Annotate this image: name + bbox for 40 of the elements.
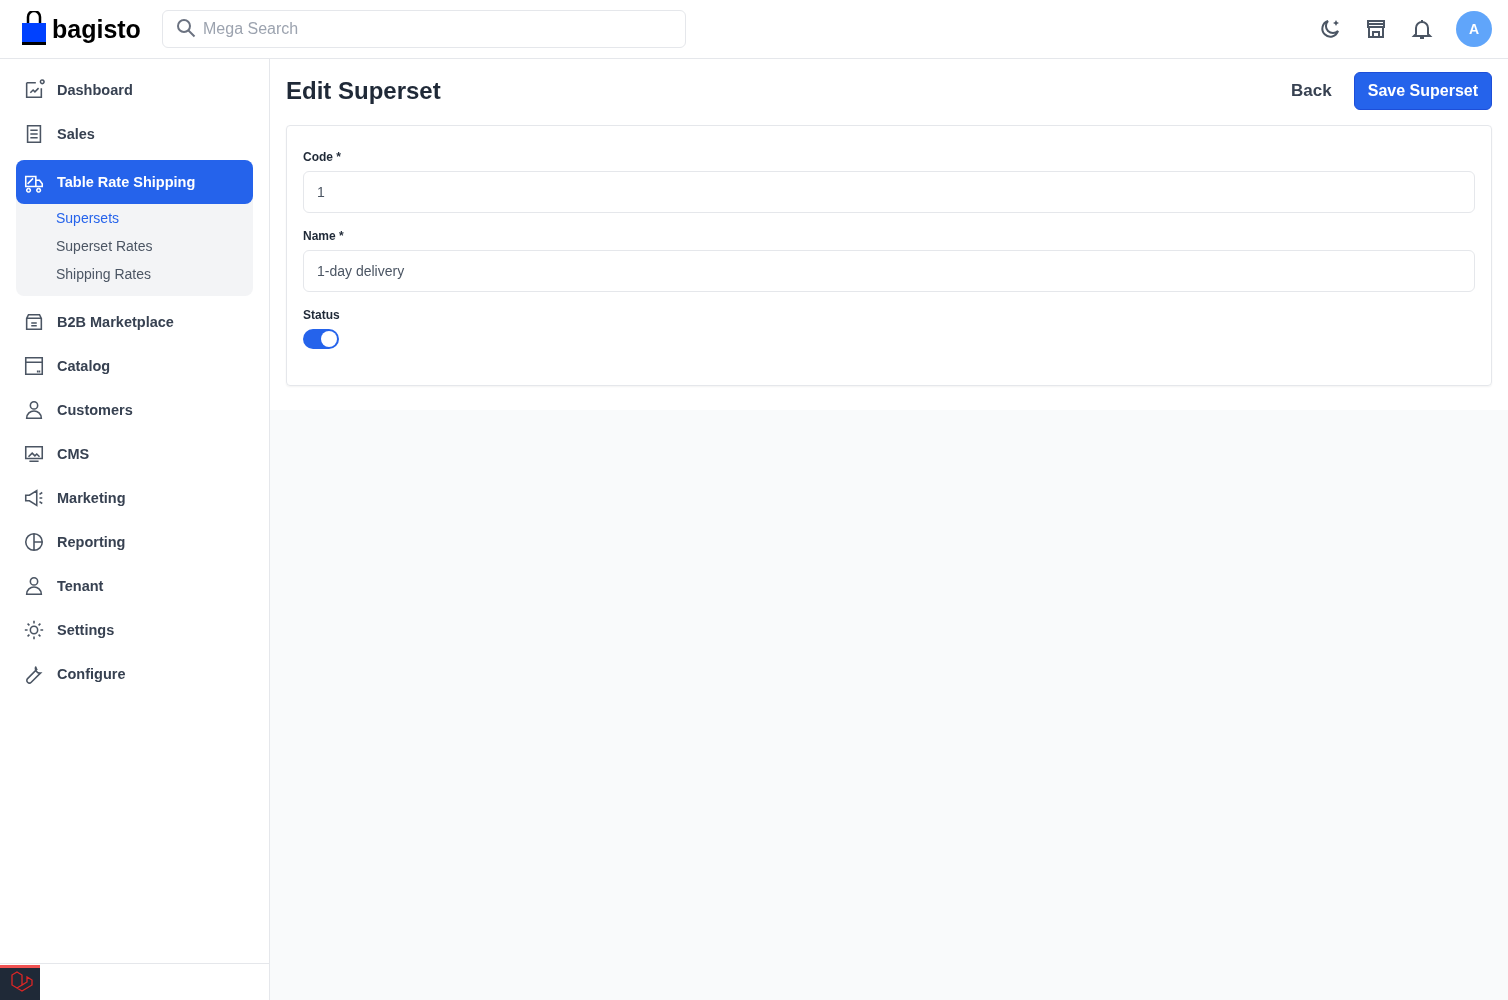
wrench-icon [23, 663, 45, 685]
field-label: Status [303, 308, 340, 322]
submenu-item[interactable]: Supersets [56, 204, 253, 232]
save-button[interactable]: Save Superset [1353, 72, 1492, 110]
sidebar-item[interactable]: Catalog [16, 344, 253, 388]
search-field[interactable]: Mega Search [162, 10, 686, 48]
sidebar-item[interactable]: Dashboard [16, 68, 253, 112]
sidebar-item[interactable]: CMS [16, 432, 253, 476]
sidebar-item[interactable]: Customers [16, 388, 253, 432]
sidebar-item[interactable]: Settings [16, 608, 253, 652]
sidebar-item[interactable]: Marketing [16, 476, 253, 520]
submenu-item[interactable]: Superset Rates [56, 232, 253, 260]
back-link[interactable]: Back [1291, 81, 1332, 101]
page-title: Edit Superset [286, 77, 441, 105]
status-toggle[interactable] [303, 329, 339, 349]
sidebar-item[interactable]: Tenant [16, 564, 253, 608]
field-label: Name * [303, 229, 344, 243]
moon-icon[interactable] [1318, 17, 1342, 41]
bell-icon[interactable] [1410, 17, 1434, 41]
text-field[interactable]: 1 [303, 171, 1475, 213]
store-icon [23, 311, 45, 333]
bag-logo-icon [21, 11, 47, 47]
sidebar-item[interactable]: Reporting [16, 520, 253, 564]
person-icon [23, 575, 45, 597]
submenu-item[interactable]: Shipping Rates [56, 260, 253, 288]
store-icon[interactable] [1364, 17, 1388, 41]
text-field[interactable]: 1-day delivery [303, 250, 1475, 292]
field-label: Code * [303, 150, 341, 164]
debug-toolbar-icon[interactable] [0, 965, 40, 1000]
sidebar-item[interactable]: Table Rate Shipping [16, 160, 253, 204]
sidebar-item[interactable]: B2B Marketplace [16, 300, 253, 344]
sidebar-item[interactable]: Configure [16, 652, 253, 696]
pie-chart-icon [23, 531, 45, 553]
chart-icon [23, 79, 45, 101]
monitor-icon [23, 443, 45, 465]
megaphone-icon [23, 487, 45, 509]
sidebar-item[interactable]: Sales [16, 112, 253, 156]
window-icon [23, 355, 45, 377]
logo-text: bagisto [52, 14, 141, 44]
person-icon [23, 399, 45, 421]
